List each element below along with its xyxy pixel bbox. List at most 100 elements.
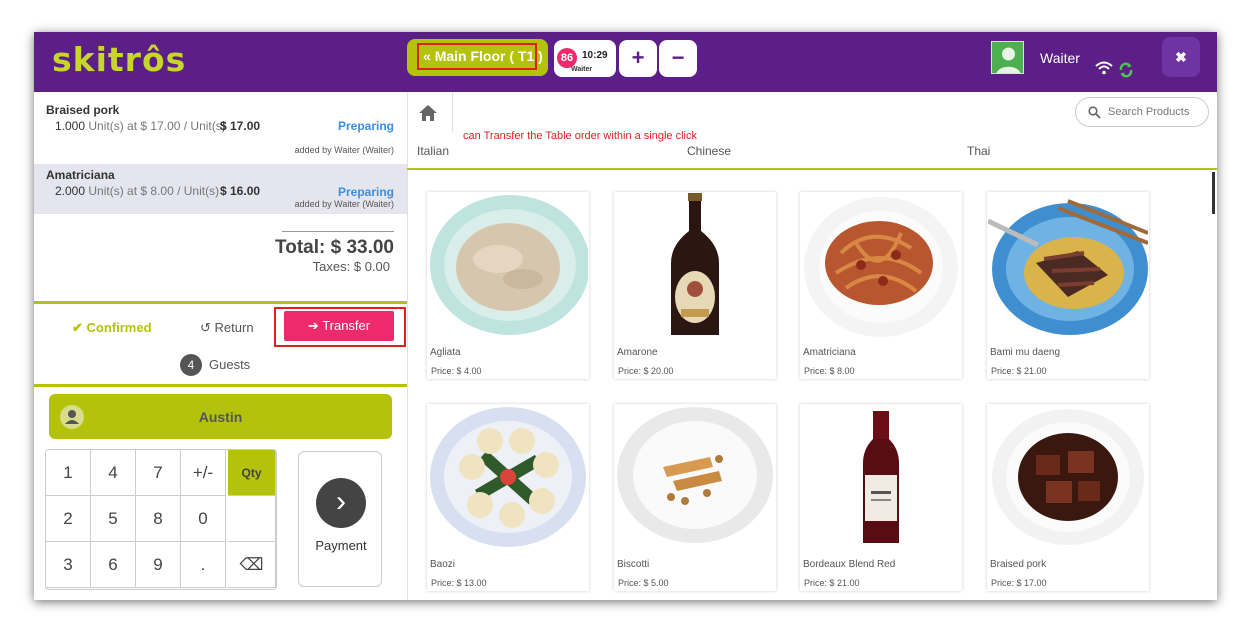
product-card[interactable]: Amarone Price: $ 20.00 (614, 192, 776, 379)
wifi-icon (1095, 61, 1113, 75)
numpad-key-9[interactable]: 9 (136, 542, 181, 588)
dumpling-plate-icon (428, 405, 588, 550)
search-products-box[interactable]: Search Products (1075, 97, 1209, 127)
double-chevron-left-icon: « (423, 48, 431, 64)
product-name: Baozi (430, 559, 456, 570)
sync-icon (1119, 62, 1133, 78)
customer-button[interactable]: Austin (49, 394, 392, 439)
product-price: Price: $ 21.00 (991, 366, 1047, 376)
confirmed-label: Confirmed (86, 320, 152, 335)
search-icon (1088, 106, 1101, 119)
braised-pork-plate-icon (988, 405, 1148, 550)
noodle-bowl-icon (988, 193, 1148, 338)
olive-divider (34, 384, 407, 387)
product-price: Price: $ 4.00 (431, 366, 482, 376)
biscotti-plate-icon (615, 405, 775, 550)
category-tab-chinese[interactable]: Chinese (687, 144, 731, 158)
numpad-key-backspace[interactable]: ⌫ (228, 542, 276, 588)
floor-table-label: Main Floor ( T1 ) (434, 48, 543, 64)
table-number-badge: 86 (557, 48, 577, 68)
order-line-price: $ 17.00 (220, 119, 261, 133)
guest-count-badge[interactable]: 4 (180, 354, 202, 376)
numpad-key-empty[interactable] (228, 496, 276, 542)
category-tab-thai[interactable]: Thai (967, 144, 990, 158)
numpad-key-4[interactable]: 4 (91, 450, 136, 496)
numpad-key-5[interactable]: 5 (91, 496, 136, 542)
product-card[interactable]: Braised pork Price: $ 17.00 (987, 404, 1149, 591)
product-card[interactable]: Bordeaux Blend Red Price: $ 21.00 (800, 404, 962, 591)
numpad-key-plus-minus[interactable]: +/- (181, 450, 226, 496)
numpad-key-1[interactable]: 1 (46, 450, 91, 496)
table-time: 10:29 (582, 50, 608, 61)
transfer-button[interactable]: ➔ Transfer (284, 311, 394, 341)
order-line-price: $ 16.00 (220, 184, 261, 198)
order-line-qty: 1.000 (55, 119, 86, 133)
product-name: Braised pork (990, 559, 1047, 570)
arrow-right-icon: ➔ (307, 318, 319, 333)
remove-table-button[interactable]: − (659, 40, 697, 77)
user-name: Waiter (1040, 50, 1080, 66)
product-card[interactable]: Agliata Price: $ 4.00 (427, 192, 589, 379)
confirmed-button[interactable]: ✔ Confirmed (72, 320, 152, 336)
close-button[interactable]: ✖ (1162, 37, 1200, 77)
product-price: Price: $ 13.00 (431, 578, 487, 588)
home-divider (452, 92, 453, 132)
floor-table-label-frame: « Main Floor ( T1 ) (417, 43, 543, 70)
numpad-key-0[interactable]: 0 (181, 496, 226, 542)
add-table-button[interactable]: + (619, 40, 657, 77)
numpad-key-decimal[interactable]: . (181, 542, 226, 588)
product-card[interactable]: Bami mu daeng Price: $ 21.00 (987, 192, 1149, 379)
product-price: Price: $ 8.00 (804, 366, 855, 376)
chevron-right-icon: › (316, 478, 366, 528)
numpad-key-qty[interactable]: Qty (228, 450, 276, 496)
floor-table-button[interactable]: « Main Floor ( T1 ) (407, 39, 548, 76)
numpad: 1 4 7 +/- Qty 2 5 8 0 3 6 9 . ⌫ (45, 449, 277, 590)
return-button[interactable]: ↺ Return (200, 320, 254, 336)
product-scrollbar[interactable] (1212, 172, 1215, 214)
order-line-name: Braised pork (46, 103, 120, 117)
numpad-key-6[interactable]: 6 (91, 542, 136, 588)
order-line-qty: 2.000 (55, 184, 86, 198)
product-name: Bami mu daeng (990, 347, 1061, 358)
pasta-plate-icon (801, 193, 961, 338)
order-line[interactable]: Braised pork 1.000 Unit(s) at $ 17.00 / … (34, 94, 407, 158)
order-line-status: Preparing (337, 185, 394, 199)
category-tab-italian[interactable]: Italian (417, 144, 449, 158)
table-info-button[interactable]: 86 10:29 Waiter (554, 40, 616, 77)
numpad-key-7[interactable]: 7 (136, 450, 181, 496)
product-card[interactable]: Biscotti Price: $ 5.00 (614, 404, 776, 591)
order-line-status: Preparing (337, 119, 394, 133)
payment-button[interactable]: › Payment (298, 451, 382, 587)
user-avatar[interactable] (991, 41, 1024, 74)
payment-label: Payment (315, 538, 367, 553)
numpad-key-3[interactable]: 3 (46, 542, 91, 588)
transfer-hint-text: can Transfer the Table order within a si… (463, 130, 697, 142)
order-line-detail: 1.000 Unit(s) at $ 17.00 / Unit(s) (55, 119, 228, 133)
guests-label[interactable]: Guests (209, 357, 250, 372)
product-card[interactable]: Amatriciana Price: $ 8.00 (800, 192, 962, 379)
return-label: Return (214, 320, 254, 335)
search-input[interactable]: Search Products (1108, 106, 1189, 118)
wine-bottle-icon (615, 193, 775, 338)
product-price: Price: $ 21.00 (804, 578, 860, 588)
order-line-added-by: added by Waiter (Waiter) (294, 199, 394, 209)
red-wine-bottle-icon (801, 405, 961, 550)
order-line-unit: Unit(s) at $ 8.00 / Unit(s) (88, 184, 220, 198)
product-name: Amatriciana (803, 347, 856, 358)
table-user: Waiter (571, 66, 593, 73)
product-card[interactable]: Baozi Price: $ 13.00 (427, 404, 589, 591)
header-bar: skitrôs « Main Floor ( T1 ) 86 10:29 Wai… (34, 32, 1217, 92)
product-price: Price: $ 20.00 (618, 366, 674, 376)
order-panel: Braised pork 1.000 Unit(s) at $ 17.00 / … (34, 92, 408, 600)
numpad-key-2[interactable]: 2 (46, 496, 91, 542)
order-line-detail: 2.000 Unit(s) at $ 8.00 / Unit(s) (55, 184, 219, 198)
order-line-added-by: added by Waiter (Waiter) (294, 145, 394, 155)
product-name: Agliata (430, 347, 461, 358)
backspace-icon: ⌫ (239, 555, 264, 574)
home-icon[interactable] (418, 104, 438, 122)
order-line-unit: Unit(s) at $ 17.00 / Unit(s) (88, 119, 226, 133)
undo-icon: ↺ (200, 320, 211, 335)
order-line[interactable]: Amatriciana 2.000 Unit(s) at $ 8.00 / Un… (34, 164, 407, 214)
numpad-key-8[interactable]: 8 (136, 496, 181, 542)
order-taxes: Taxes: $ 0.00 (312, 259, 390, 274)
